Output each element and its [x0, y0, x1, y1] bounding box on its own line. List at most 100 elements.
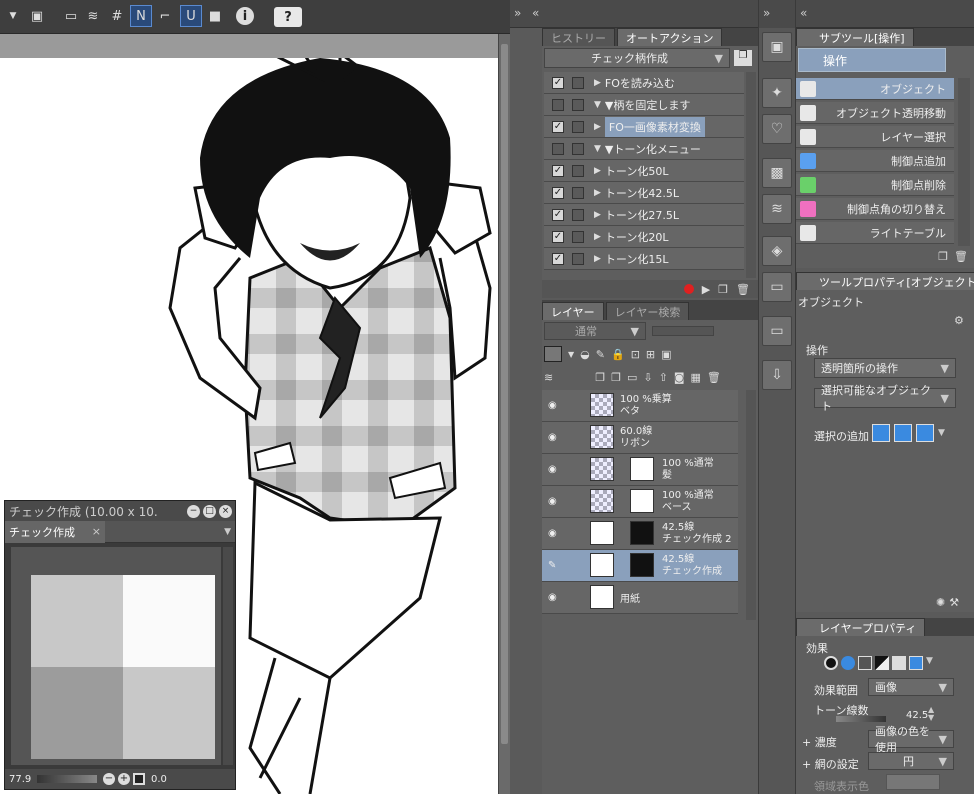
new-raster-icon[interactable]: ❐: [595, 371, 605, 384]
subtool-item[interactable]: オブジェクト: [796, 78, 954, 100]
expand-icon[interactable]: ▼: [594, 100, 601, 110]
auto-action-item[interactable]: ✓ ▶ トーン化50L: [544, 160, 744, 182]
selectable-object-select[interactable]: 選択可能なオブジェクト ▼: [814, 384, 956, 413]
expand-icon[interactable]: ▶: [594, 78, 601, 88]
clip-icon[interactable]: ◒: [580, 348, 590, 361]
effect-dots-icon[interactable]: [892, 656, 906, 670]
folder-icon[interactable]: ▭: [762, 272, 792, 302]
collapse-left-icon[interactable]: »: [514, 6, 521, 20]
material-icon[interactable]: ▣: [762, 32, 792, 62]
new-vector-icon[interactable]: ❐: [611, 371, 621, 384]
visibility-eye-icon[interactable]: ◉: [548, 400, 560, 411]
maximize-icon[interactable]: □: [203, 504, 216, 518]
subtool-item[interactable]: 制御点追加: [796, 150, 954, 172]
layer-mask-thumbnail[interactable]: [630, 489, 654, 513]
folder-open-icon[interactable]: ▭: [762, 316, 792, 346]
tone-lines-slider[interactable]: [836, 716, 886, 722]
perspective-ruler-icon[interactable]: ⌐: [154, 5, 176, 27]
checkbox[interactable]: ✓: [552, 230, 564, 243]
layer-row[interactable]: ◉ 100 %乗算 ベタ: [542, 390, 738, 422]
auto-action-item[interactable]: ✓ ▶ トーン化27.5L: [544, 204, 744, 226]
subtool-item[interactable]: レイヤー選択: [796, 126, 954, 148]
effect-border-icon[interactable]: [841, 656, 855, 670]
tab-menu-icon[interactable]: ▼: [224, 527, 231, 537]
layer-mask-thumbnail[interactable]: [630, 457, 654, 481]
stepper-icon[interactable]: ▲ ▼: [928, 706, 934, 722]
tool-wrench-icon[interactable]: ⚒: [949, 596, 959, 609]
expand-icon[interactable]: ▶: [594, 232, 601, 242]
effect-range-select[interactable]: 画像 ▼: [868, 678, 954, 696]
transparent-op-select[interactable]: 透明箇所の操作 ▼: [814, 358, 956, 378]
blend-mode-select[interactable]: 通常 ▼: [544, 322, 646, 340]
expand-icon[interactable]: ▼: [594, 144, 601, 154]
fit-icon[interactable]: [133, 773, 145, 785]
material-stack-icon[interactable]: ≋: [762, 194, 792, 224]
chevron-down-icon[interactable]: ▼: [568, 350, 574, 359]
minimize-icon[interactable]: −: [187, 504, 200, 518]
layer-mask-thumbnail[interactable]: [630, 521, 654, 545]
copy-subtool-icon[interactable]: ❐: [938, 250, 948, 268]
checkbox[interactable]: ✓: [552, 208, 564, 221]
record-icon[interactable]: [683, 284, 694, 294]
auto-action-item[interactable]: ✓ ▶ FOを読み込む: [544, 72, 744, 94]
layer-row[interactable]: ✎ 42.5線 チェック作成: [542, 550, 738, 582]
info-icon[interactable]: i: [236, 7, 254, 25]
subtool-item[interactable]: ライトテーブル: [796, 222, 954, 244]
check-scrollbar[interactable]: [223, 547, 233, 765]
new-folder-icon[interactable]: ▭: [627, 371, 637, 384]
color-swatch-icon[interactable]: ▣: [26, 5, 48, 27]
layer-row[interactable]: ◉ 用紙: [542, 582, 738, 614]
expand-icon[interactable]: ▶: [594, 188, 601, 198]
check-canvas[interactable]: [11, 547, 221, 765]
apply-mask-icon[interactable]: ▦: [691, 371, 701, 384]
tab-auto-action[interactable]: オートアクション: [617, 28, 723, 46]
merge-down-icon[interactable]: ⇩: [643, 371, 652, 384]
checkbox[interactable]: ✓: [552, 120, 564, 133]
density-select[interactable]: 画像の色を使用 ▼: [868, 725, 954, 754]
layer-mask-thumbnail[interactable]: [630, 553, 654, 577]
layer-palette-icon[interactable]: ≋: [544, 371, 553, 384]
effect-tone-icon[interactable]: [858, 656, 872, 670]
grid-icon[interactable]: #: [106, 5, 128, 27]
subtool-group-button[interactable]: 操作: [798, 48, 946, 72]
dialog-toggle-checkbox[interactable]: [572, 142, 584, 155]
check-tab[interactable]: チェック作成 ×: [5, 520, 105, 543]
mask-icon[interactable]: ▣: [661, 348, 671, 361]
dialog-toggle-checkbox[interactable]: [572, 252, 584, 265]
wrench-icon[interactable]: ⚙: [954, 314, 964, 327]
effect-threshold-icon[interactable]: [875, 656, 889, 670]
tab-subtool[interactable]: サブツール[操作]: [796, 28, 914, 46]
visibility-eye-icon[interactable]: ◉: [548, 592, 560, 603]
visibility-eye-icon[interactable]: ◉: [548, 432, 560, 443]
tab-layer-property[interactable]: レイヤープロパティ: [796, 618, 926, 636]
material-image-icon[interactable]: ✦: [762, 78, 792, 108]
visibility-eye-icon[interactable]: ◉: [548, 464, 560, 475]
checkbox[interactable]: ✓: [552, 164, 564, 177]
collapse-right-icon[interactable]: »: [759, 0, 795, 28]
checkbox[interactable]: ✓: [552, 76, 564, 89]
expand-icon[interactable]: ▶: [594, 166, 601, 176]
check-window-titlebar[interactable]: チェック作成 (10.00 x 10. − □ ×: [5, 501, 235, 521]
checkbox[interactable]: ✓: [552, 186, 564, 199]
tab-history[interactable]: ヒストリー: [542, 28, 615, 46]
edit-pen-icon[interactable]: ✎: [548, 560, 560, 571]
material-3d-icon[interactable]: ◈: [762, 236, 792, 266]
subtool-item[interactable]: オブジェクト透明移動: [796, 102, 954, 124]
zoom-slider[interactable]: [37, 775, 97, 783]
select-subtract-icon[interactable]: [916, 424, 934, 442]
delete-subtool-icon[interactable]: 🗑: [954, 250, 968, 268]
settings-gear-icon[interactable]: ✺: [936, 596, 945, 609]
effect-color-icon[interactable]: [909, 656, 923, 670]
auto-action-scrollbar[interactable]: [746, 72, 756, 278]
expand-icon[interactable]: ▶: [594, 254, 601, 264]
dialog-toggle-checkbox[interactable]: [572, 164, 584, 177]
layer-row[interactable]: ◉ 100 %通常髪: [542, 454, 738, 486]
check-preview-window[interactable]: チェック作成 (10.00 x 10. − □ × チェック作成 × ▼ 77.…: [4, 500, 236, 790]
lock-icon[interactable]: 🔒: [611, 348, 625, 361]
tab-layer-search[interactable]: レイヤー検索: [605, 302, 690, 320]
help-button[interactable]: ?: [274, 7, 302, 27]
auto-action-set-select[interactable]: チェック柄作成 ▼: [544, 48, 730, 68]
auto-action-item[interactable]: ✓ ▶ トーン化42.5L: [544, 182, 744, 204]
tab-layer[interactable]: レイヤー: [542, 302, 604, 320]
zoom-out-icon[interactable]: −: [103, 773, 115, 785]
